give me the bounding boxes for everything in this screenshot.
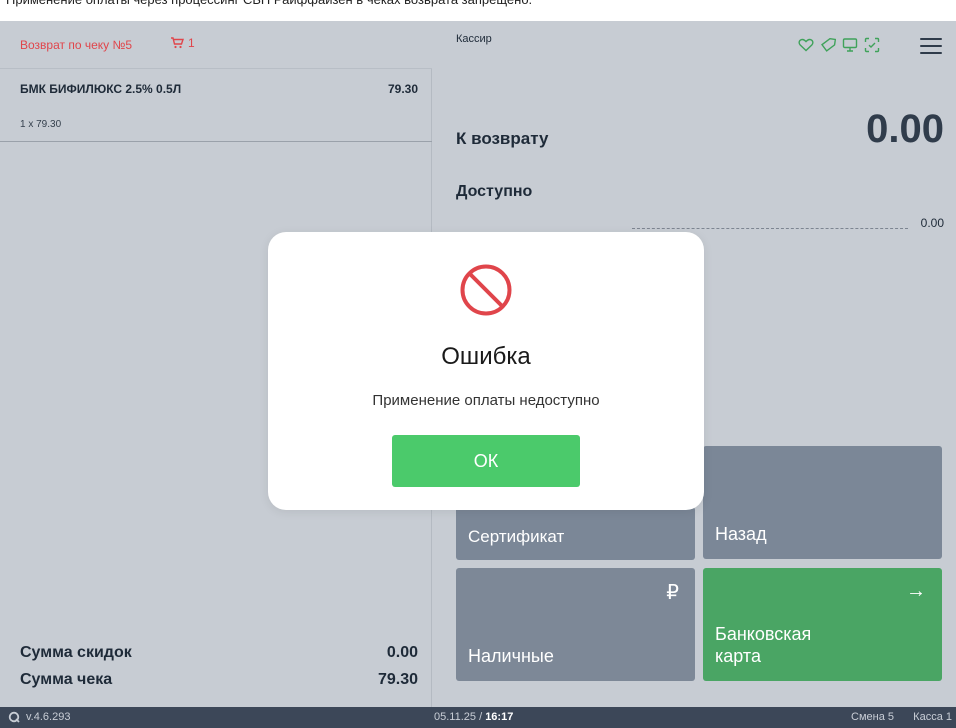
cashier-name: Кассир [456, 33, 492, 45]
back-label: Назад [715, 524, 767, 544]
certificate-label: Сертификат [468, 527, 565, 546]
item-name: БМК БИФИЛЮКС 2.5% 0.5Л [20, 82, 182, 96]
available-label: Доступно [456, 183, 533, 200]
receipt-total-value: 79.30 [377, 670, 418, 688]
discount-total-label: Сумма скидок [20, 643, 132, 661]
pos-app: Возврат по чеку №5 1 БМК БИФИЛЮКС 2.5% 0… [0, 21, 956, 707]
refund-label: К возврату [456, 129, 549, 148]
hamburger-icon-line [920, 52, 942, 54]
monitor-icon[interactable] [842, 37, 858, 53]
cart-count: 1 [188, 36, 195, 50]
status-icons [798, 37, 880, 53]
scan-icon[interactable] [864, 37, 880, 53]
available-amount: 0.00 [920, 216, 944, 230]
version-text: v.4.6.293 [26, 711, 71, 723]
shift-number: Смена 5 [851, 711, 894, 723]
date-text: 05.11.25 [434, 711, 477, 723]
error-dialog: Ошибка Применение оплаты недоступно ОК [268, 232, 704, 510]
hamburger-icon-line [920, 38, 942, 40]
discount-total-value: 0.00 [386, 643, 418, 661]
receipt-title: Возврат по чеку №5 [20, 38, 133, 52]
heart-icon[interactable] [798, 38, 814, 52]
receipt-total-label: Сумма чека [20, 670, 113, 688]
app-version: v.4.6.293 [8, 711, 70, 723]
caption-text: Применение оплаты через процессинг СБП Р… [6, 0, 532, 8]
ok-button[interactable]: ОК [392, 435, 580, 487]
time-text: 16:17 [485, 711, 514, 723]
tag-icon[interactable] [820, 37, 836, 53]
receipt-totals: Сумма скидок 0.00 Сумма чека 79.30 [20, 639, 418, 693]
datetime: 05.11.25 / 16:17 [434, 711, 514, 723]
dialog-message: Применение оплаты недоступно [372, 392, 600, 409]
refund-amount: 0.00 [866, 107, 944, 151]
cart-counter[interactable]: 1 [170, 36, 195, 50]
card-label: Банковская карта [715, 624, 812, 666]
cart-icon [171, 37, 184, 49]
arrow-right-icon: → [906, 580, 926, 602]
discount-total-row: Сумма скидок 0.00 [20, 639, 418, 666]
receipt-item[interactable]: БМК БИФИЛЮКС 2.5% 0.5Л 79.30 1 x 79.30 [0, 70, 432, 142]
status-bar: v.4.6.293 05.11.25 / 16:17 Смена 5 Касса… [0, 707, 956, 728]
cash-label: Наличные [468, 646, 554, 666]
receipt-total-row: Сумма чека 79.30 [20, 666, 418, 693]
ruble-icon: ₽ [666, 582, 679, 604]
leader-dots [632, 228, 908, 229]
certificate-button[interactable]: Сертификат [456, 507, 695, 560]
register-number: Касса 1 [913, 711, 952, 723]
receipt-header: Возврат по чеку №5 1 [0, 21, 432, 69]
item-price: 79.30 [387, 82, 418, 96]
dialog-title: Ошибка [441, 343, 531, 370]
card-payment-button[interactable]: → Банковская карта [703, 568, 942, 681]
back-button[interactable]: Назад [703, 446, 942, 559]
item-quantity: 1 x 79.30 [20, 119, 62, 130]
forbidden-icon [460, 264, 512, 316]
hamburger-icon-line [920, 45, 942, 47]
screen: Применение оплаты через процессинг СБП Р… [0, 0, 956, 728]
menu-button[interactable] [920, 38, 942, 54]
app-logo-icon [8, 711, 20, 723]
cash-button[interactable]: ₽ Наличные [456, 568, 695, 681]
